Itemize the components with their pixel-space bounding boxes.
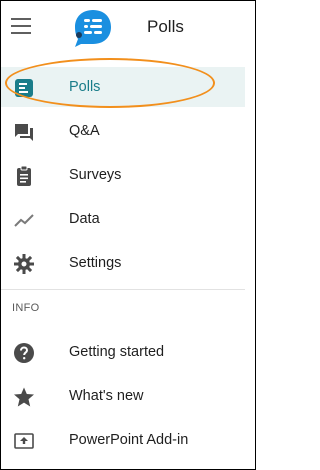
nav-label: Q&A — [69, 123, 100, 139]
nav-label: Data — [69, 211, 100, 227]
sidebar-panel: Polls Polls Q&A Surveys Data Settings IN… — [0, 0, 256, 470]
clipboard-icon — [17, 165, 31, 186]
nav-item-whats-new[interactable]: What's new — [1, 376, 245, 416]
app-logo-icon — [75, 10, 111, 47]
nav-item-polls[interactable]: Polls — [1, 67, 245, 107]
star-icon — [14, 387, 34, 407]
nav-label: What's new — [69, 388, 144, 404]
gear-icon — [14, 254, 34, 274]
upload-icon — [14, 433, 34, 449]
chart-line-icon — [14, 214, 34, 227]
nav-item-surveys[interactable]: Surveys — [1, 155, 245, 195]
header: Polls — [1, 1, 255, 53]
nav-item-data[interactable]: Data — [1, 199, 245, 239]
app-title: Polls — [147, 17, 184, 36]
section-divider — [1, 289, 245, 290]
chat-icon — [15, 124, 33, 141]
info-section-label: INFO — [12, 302, 40, 314]
nav-item-powerpoint-addin[interactable]: PowerPoint Add-in — [1, 420, 245, 460]
help-icon — [14, 343, 34, 363]
nav-label: PowerPoint Add-in — [69, 432, 189, 448]
hamburger-icon[interactable] — [11, 18, 31, 34]
nav-label: Getting started — [69, 344, 165, 360]
nav-item-getting-started[interactable]: Getting started — [1, 332, 245, 372]
nav-label: Polls — [69, 79, 101, 95]
polls-icon — [15, 79, 33, 97]
nav-item-settings[interactable]: Settings — [1, 243, 245, 283]
nav-item-qa[interactable]: Q&A — [1, 111, 245, 151]
nav-label: Surveys — [69, 167, 122, 183]
nav-label: Settings — [69, 255, 122, 271]
